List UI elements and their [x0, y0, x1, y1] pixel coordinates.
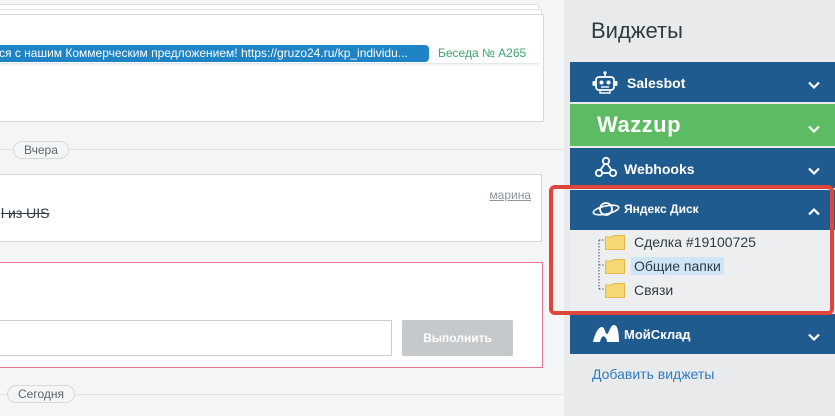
- chevron-down-icon[interactable]: [807, 164, 821, 178]
- moysklad-icon: [593, 325, 619, 342]
- widget-wazzup-header[interactable]: Wazzup: [570, 104, 835, 146]
- panel-title: Виджеты: [591, 18, 683, 43]
- widget-label: Webhooks: [624, 161, 695, 177]
- chevron-down-icon[interactable]: [807, 78, 821, 92]
- date-chip-today: Сегодня: [7, 385, 75, 403]
- widget-label: МойСклад: [624, 327, 691, 342]
- note-author-link[interactable]: марина: [489, 188, 531, 202]
- task-card: Выполнить: [0, 262, 543, 368]
- chevron-down-icon[interactable]: [807, 330, 821, 344]
- widget-moysklad-header[interactable]: МойСклад: [570, 314, 835, 354]
- widget-moysklad[interactable]: МойСклад: [570, 314, 835, 354]
- message-row[interactable]: ся с нашим Коммерческим предложением! ht…: [0, 42, 539, 64]
- feed-area: ся с нашим Коммерческим предложением! ht…: [0, 0, 564, 416]
- note-text: l из UIS: [1, 205, 50, 221]
- webhooks-icon: [594, 156, 618, 178]
- add-widgets-link[interactable]: Добавить виджеты: [592, 366, 714, 382]
- message-text[interactable]: ся с нашим Коммерческим предложением! ht…: [0, 45, 429, 62]
- widget-salesbot[interactable]: Salesbot: [570, 62, 835, 102]
- widget-wazzup[interactable]: Wazzup: [570, 104, 835, 146]
- message-card: ся с нашим Коммерческим предложением! ht…: [0, 14, 544, 122]
- widget-webhooks[interactable]: Webhooks: [570, 148, 835, 188]
- wazzup-logo-text: Wazzup: [597, 112, 682, 137]
- date-chip-yesterday: Вчера: [13, 141, 69, 159]
- execute-button[interactable]: Выполнить: [402, 320, 513, 356]
- conversation-label[interactable]: Беседа № А265: [438, 46, 526, 60]
- widget-salesbot-header[interactable]: Salesbot: [570, 62, 835, 102]
- highlight-box: [549, 185, 834, 315]
- note-card: марина l из UIS: [0, 174, 542, 242]
- date-divider: [0, 149, 564, 150]
- date-divider: [0, 394, 564, 395]
- widget-webhooks-header[interactable]: Webhooks: [570, 148, 835, 188]
- widget-label: Salesbot: [627, 75, 686, 91]
- task-input[interactable]: [0, 320, 392, 356]
- robot-icon: [592, 71, 618, 94]
- chevron-down-icon[interactable]: [807, 122, 821, 136]
